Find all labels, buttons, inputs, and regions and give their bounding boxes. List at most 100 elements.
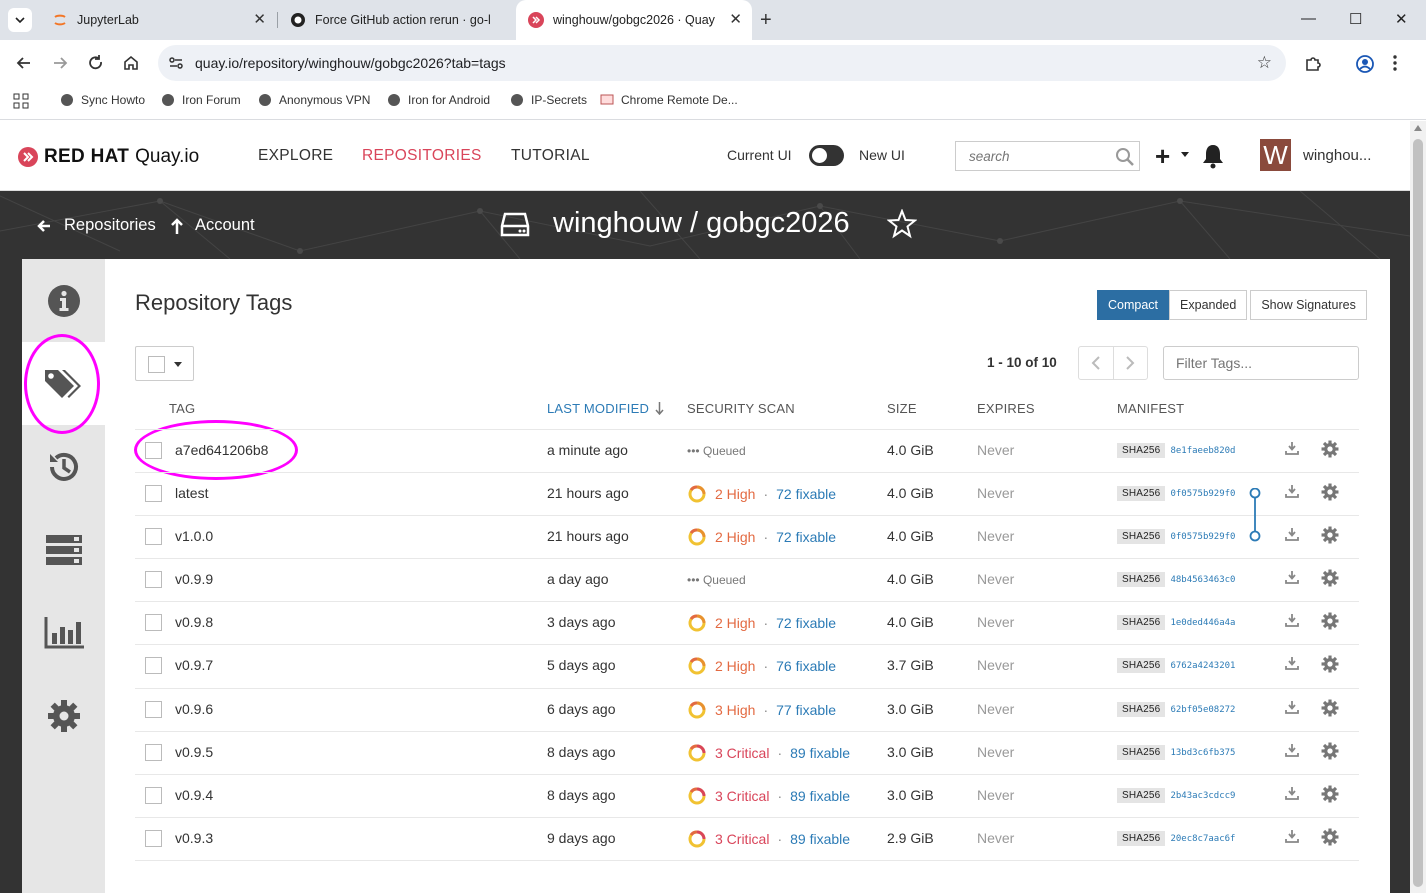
security-scan-result[interactable]: 3 Critical · 89 fixable (687, 786, 850, 806)
tag-name[interactable]: v0.9.5 (175, 744, 213, 760)
tag-options-button[interactable] (1321, 612, 1339, 630)
manifest-digest[interactable]: SHA256 1e0ded446a4a (1117, 615, 1235, 630)
severity-summary[interactable]: 2 High (715, 529, 755, 545)
expires[interactable]: Never (977, 744, 1014, 760)
manifest-digest[interactable]: SHA256 62bf05e08272 (1117, 702, 1235, 717)
digest-text[interactable]: 48b4563463c0 (1170, 575, 1235, 585)
window-close-button[interactable]: ✕ (1395, 10, 1408, 28)
fixable-count[interactable]: 89 fixable (790, 788, 850, 804)
row-checkbox[interactable] (145, 614, 162, 631)
home-button[interactable] (121, 53, 141, 73)
tag-options-button[interactable] (1321, 655, 1339, 673)
tab-github[interactable]: Force GitHub action rerun · go-l ✕ (278, 0, 516, 40)
tag-options-button[interactable] (1321, 699, 1339, 717)
security-scan-result[interactable]: 3 Critical · 89 fixable (687, 829, 850, 849)
back-button[interactable] (14, 53, 34, 73)
row-checkbox[interactable] (145, 701, 162, 718)
digest-text[interactable]: 62bf05e08272 (1170, 705, 1235, 715)
row-checkbox[interactable] (145, 571, 162, 588)
bookmark-star-icon[interactable]: ☆ (1257, 53, 1272, 73)
row-checkbox[interactable] (145, 744, 162, 761)
tag-name[interactable]: v0.9.9 (175, 571, 213, 587)
digest-text[interactable]: 13bd3c6fb375 (1170, 748, 1235, 758)
column-header-security-scan[interactable]: SECURITY SCAN (687, 401, 795, 416)
tag-options-button[interactable] (1321, 526, 1339, 544)
expires[interactable]: Never (977, 442, 1014, 458)
bookmark-item[interactable]: Chrome Remote De... (600, 93, 738, 107)
avatar[interactable]: W (1260, 139, 1291, 171)
fetch-tag-button[interactable] (1285, 700, 1299, 714)
maximize-button[interactable]: ☐ (1349, 10, 1362, 28)
row-checkbox[interactable] (145, 442, 162, 459)
extensions-button[interactable] (1303, 54, 1323, 74)
severity-summary[interactable]: 2 High (715, 658, 755, 674)
tag-options-button[interactable] (1321, 440, 1339, 458)
expires[interactable]: Never (977, 485, 1014, 501)
new-tab-button[interactable]: + (760, 9, 772, 32)
fixable-count[interactable]: 72 fixable (776, 486, 836, 502)
manifest-digest[interactable]: SHA256 2b43ac3cdcc9 (1117, 788, 1235, 803)
row-checkbox[interactable] (145, 485, 162, 502)
column-header-last-modified[interactable]: LAST MODIFIED (547, 401, 649, 416)
tag-name[interactable]: v0.9.8 (175, 614, 213, 630)
expires[interactable]: Never (977, 701, 1014, 717)
sort-down-icon[interactable] (655, 402, 664, 415)
nav-repositories[interactable]: REPOSITORIES (362, 147, 482, 165)
severity-summary[interactable]: 3 Critical (715, 831, 769, 847)
prev-page-button[interactable] (1079, 347, 1113, 379)
tag-name[interactable]: v0.9.3 (175, 830, 213, 846)
manifest-digest[interactable]: SHA256 8e1faeeb820d (1117, 443, 1235, 458)
manifest-digest[interactable]: SHA256 6762a4243201 (1117, 658, 1235, 673)
reload-button[interactable] (86, 53, 106, 73)
row-checkbox[interactable] (145, 830, 162, 847)
breadcrumb-account[interactable]: Account (170, 216, 255, 235)
tab-list-button[interactable] (8, 8, 32, 32)
tag-name[interactable]: v0.9.4 (175, 787, 213, 803)
quay-logo[interactable]: RED HAT Quay.io (18, 146, 199, 168)
sidebar-item-builds[interactable] (22, 508, 105, 591)
fetch-tag-button[interactable] (1285, 786, 1299, 800)
fetch-tag-button[interactable] (1285, 829, 1299, 843)
search-input[interactable] (956, 142, 1106, 170)
sidebar-item-usage-logs[interactable] (22, 591, 105, 674)
digest-text[interactable]: 20ec8c7aac6f (1170, 834, 1235, 844)
minimize-button[interactable]: — (1301, 10, 1316, 27)
close-icon[interactable]: ✕ (253, 12, 266, 28)
bookmark-item[interactable]: IP-Secrets (510, 93, 587, 107)
fixable-count[interactable]: 72 fixable (776, 615, 836, 631)
fixable-count[interactable]: 89 fixable (790, 831, 850, 847)
profile-button[interactable] (1355, 54, 1375, 74)
next-page-button[interactable] (1112, 347, 1148, 379)
expanded-button[interactable]: Expanded (1169, 290, 1248, 320)
column-header-expires[interactable]: EXPIRES (977, 401, 1035, 416)
ui-toggle[interactable] (809, 145, 844, 166)
row-checkbox[interactable] (145, 528, 162, 545)
tag-name[interactable]: v0.9.6 (175, 701, 213, 717)
security-scan-result[interactable]: 3 Critical · 89 fixable (687, 743, 850, 763)
site-info-icon[interactable] (166, 53, 186, 73)
tag-options-button[interactable] (1321, 742, 1339, 760)
star-icon[interactable] (887, 209, 917, 239)
scrollbar-thumb[interactable] (1413, 139, 1423, 887)
bookmark-item[interactable]: Iron Forum (161, 93, 241, 107)
select-all-checkbox[interactable] (148, 356, 165, 373)
tab-quay[interactable]: winghouw/gobgc2026 · Quay ✕ (516, 0, 752, 40)
expires[interactable]: Never (977, 528, 1014, 544)
expires[interactable]: Never (977, 787, 1014, 803)
fixable-count[interactable]: 77 fixable (776, 702, 836, 718)
expires[interactable]: Never (977, 830, 1014, 846)
tag-name[interactable]: v0.9.7 (175, 657, 213, 673)
manifest-digest[interactable]: SHA256 13bd3c6fb375 (1117, 745, 1235, 760)
column-header-size[interactable]: SIZE (887, 401, 917, 416)
create-new-button[interactable]: + (1155, 141, 1170, 172)
bookmark-item[interactable]: Sync Howto (60, 93, 145, 107)
tag-name[interactable]: v1.0.0 (175, 528, 213, 544)
manifest-digest[interactable]: SHA256 0f0575b929f0 (1117, 529, 1235, 544)
expires[interactable]: Never (977, 614, 1014, 630)
column-header-tag[interactable]: TAG (169, 401, 195, 416)
expires[interactable]: Never (977, 657, 1014, 673)
severity-summary[interactable]: 2 High (715, 486, 755, 502)
manifest-digest[interactable]: SHA256 48b4563463c0 (1117, 572, 1235, 587)
sidebar-item-settings[interactable] (22, 674, 105, 757)
tag-name[interactable]: latest (175, 485, 208, 501)
